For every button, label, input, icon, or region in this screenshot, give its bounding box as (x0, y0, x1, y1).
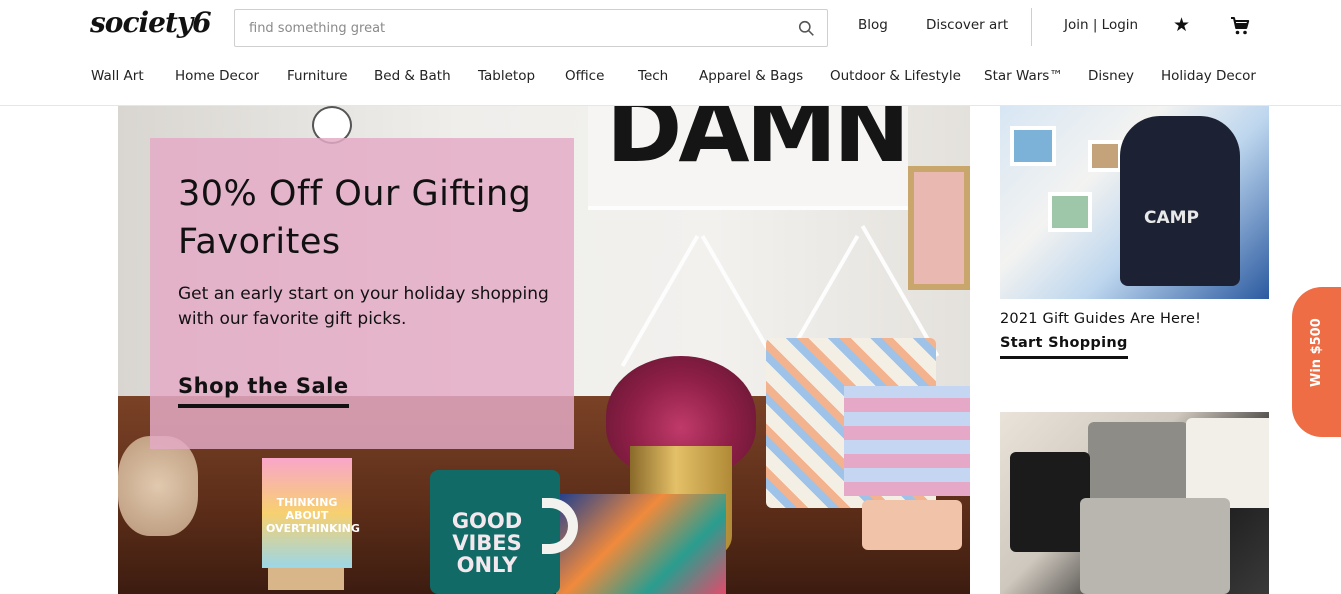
nav-item-bed-bath[interactable]: Bed & Bath (374, 68, 451, 84)
nav-item-apparel-bags[interactable]: Apparel & Bags (699, 68, 803, 84)
black-tee (1010, 452, 1090, 552)
photo-print (1048, 192, 1092, 232)
coaster (862, 500, 962, 550)
art-card: THINKING ABOUT OVERTHINKING (262, 458, 360, 568)
nav-item-star-wars[interactable]: Star Wars™ (984, 68, 1063, 84)
site-header: society6 Blog Discover art Join | Login … (0, 0, 1341, 106)
header-divider (1031, 8, 1032, 46)
blog-link[interactable]: Blog (858, 17, 888, 33)
cart-icon[interactable] (1230, 16, 1250, 36)
nav-item-disney[interactable]: Disney (1088, 68, 1134, 84)
discover-art-link[interactable]: Discover art (926, 17, 1008, 33)
logo[interactable]: society6 (90, 6, 212, 39)
nav-item-tabletop[interactable]: Tabletop (478, 68, 535, 84)
hoodie-text: CAMP (1144, 208, 1200, 228)
photo-print (1010, 126, 1056, 166)
promo-body: Get an early start on your holiday shopp… (178, 284, 549, 329)
white-tee (1186, 418, 1269, 508)
gift-guide-caption: 2021 Gift Guides Are Here! (1000, 311, 1202, 327)
photo-print (1088, 140, 1122, 172)
card-stand (268, 568, 344, 590)
mug: GOOD VIBES ONLY (430, 470, 560, 594)
hoodie: CAMP (1120, 116, 1240, 286)
candle-jar (118, 436, 198, 536)
nav-item-home-decor[interactable]: Home Decor (175, 68, 259, 84)
win-500-badge[interactable]: Win $500 (1292, 287, 1341, 437)
search-input[interactable] (235, 10, 775, 46)
checker-pouch (844, 386, 970, 496)
yin-yang-tee (1088, 422, 1188, 502)
promo-title: 30% Off Our Gifting Favorites (178, 174, 532, 262)
nav-item-furniture[interactable]: Furniture (287, 68, 348, 84)
join-login-link[interactable]: Join | Login (1064, 17, 1138, 33)
nav-item-office[interactable]: Office (565, 68, 604, 84)
hero-sign: DAMN (588, 106, 910, 206)
picture-frame (908, 166, 970, 290)
promo-box: 30% Off Our Gifting Favorites Get an ear… (150, 138, 574, 449)
search-icon[interactable] (798, 20, 815, 37)
art-card-text: THINKING ABOUT OVERTHINKING (266, 496, 360, 535)
win-500-label: Win $500 (1309, 318, 1324, 387)
nav-item-holiday-decor[interactable]: Holiday Decor (1161, 68, 1256, 84)
grey-sweatshirt (1080, 498, 1230, 594)
hero-sign-text: DAMN (606, 106, 910, 183)
notebook (556, 494, 726, 594)
shop-sale-link[interactable]: Shop the Sale (178, 374, 349, 408)
mug-text: GOOD VIBES ONLY (451, 509, 523, 577)
nav-item-tech[interactable]: Tech (638, 68, 668, 84)
nav-item-outdoor-lifestyle[interactable]: Outdoor & Lifestyle (830, 68, 961, 84)
start-shopping-link[interactable]: Start Shopping (1000, 335, 1128, 359)
wire-grid (588, 206, 918, 210)
nav-item-wall-art[interactable]: Wall Art (91, 68, 144, 84)
star-icon[interactable]: ★ (1173, 14, 1190, 36)
gift-guide-tile[interactable]: CAMP (1000, 106, 1269, 299)
search-bar[interactable] (234, 9, 828, 47)
category-nav: Wall Art Home Decor Furniture Bed & Bath… (0, 68, 1341, 90)
apparel-tile[interactable] (1000, 412, 1269, 594)
